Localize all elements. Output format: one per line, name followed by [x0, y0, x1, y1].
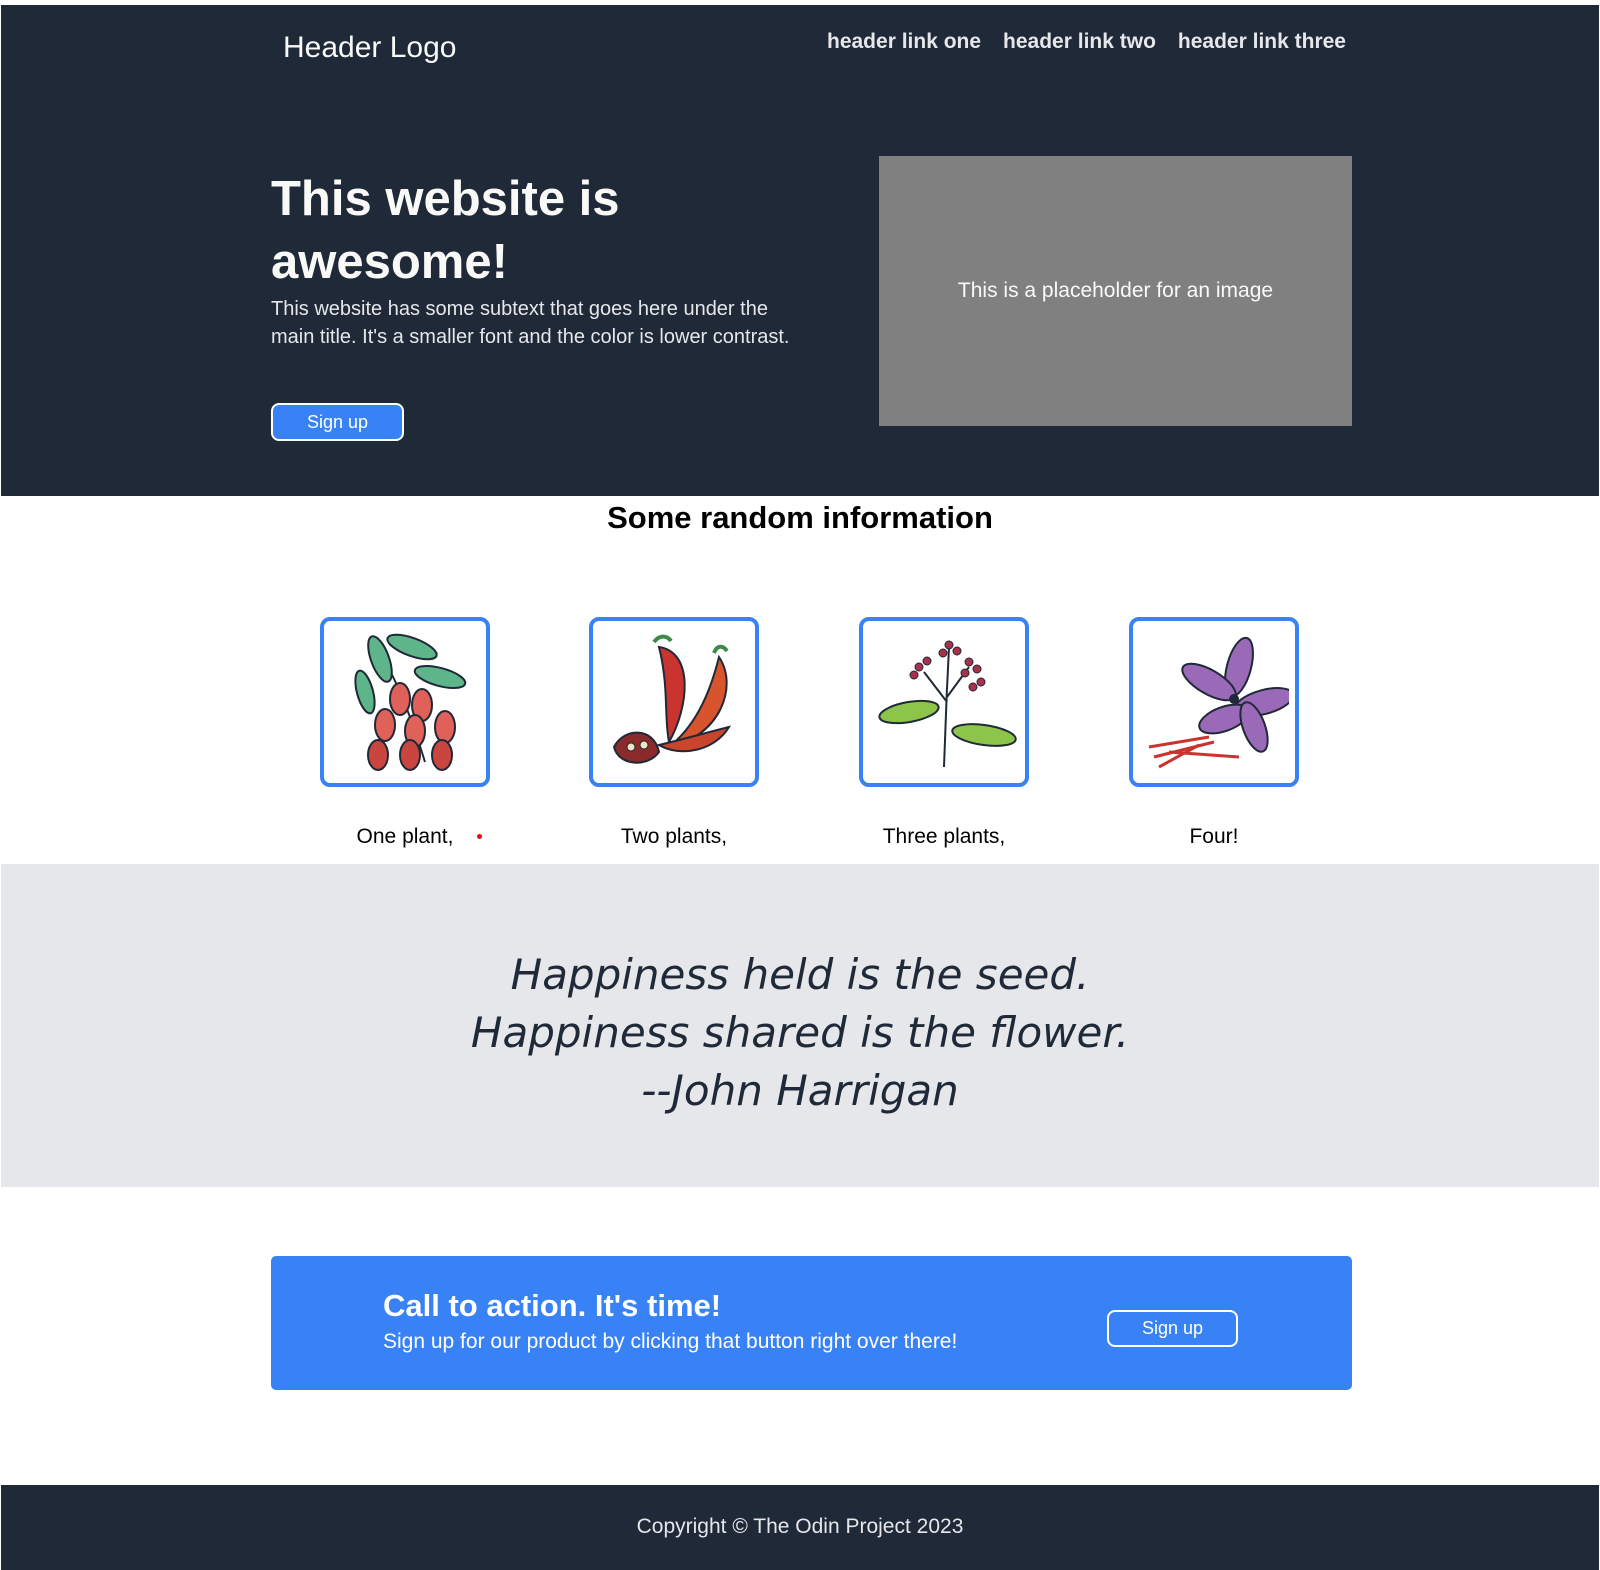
image-placeholder-text: This is a placeholder for an image [957, 279, 1274, 302]
red-dot-marker [477, 834, 482, 839]
plant-card-frame [589, 617, 759, 787]
chili-pepper-icon [612, 634, 732, 764]
plant-card-frame [320, 617, 490, 787]
header-link-two[interactable]: header link two [1003, 30, 1156, 54]
plant-card-caption: Three plants, [882, 825, 1006, 848]
header-logo[interactable]: Header Logo [283, 31, 456, 65]
plant-card-frame [1129, 617, 1299, 787]
quote-author: --John Harrigan [641, 1066, 959, 1115]
quote-line-two: Happiness shared is the flower. [470, 1008, 1130, 1057]
header-nav: header link one header link two header l… [827, 30, 1346, 54]
plant-card-two: Two plants, [589, 617, 759, 849]
footer: Copyright © The Odin Project 2023 [1, 1485, 1599, 1570]
info-section-title: Some random information [607, 500, 993, 535]
quote-section: Happiness held is the seed. Happiness sh… [1, 864, 1599, 1187]
plant-card-frame [859, 617, 1029, 787]
plant-card-three: Three plants, [859, 617, 1029, 849]
quote-text: Happiness held is the seed. Happiness sh… [1, 946, 1599, 1120]
goji-berry-branch-icon [354, 633, 467, 771]
cta-subtitle: Sign up for our product by clicking that… [383, 1330, 958, 1353]
hero-sign-up-button[interactable]: Sign up [271, 403, 404, 441]
footer-copyright: Copyright © The Odin Project 2023 [636, 1515, 964, 1538]
call-to-action-box: Call to action. It's time! Sign up for o… [271, 1256, 1352, 1390]
plant-card-caption: Four! [1189, 825, 1239, 848]
plant-card-one: One plant, [320, 617, 490, 849]
hero-section: Header Logo header link one header link … [1, 5, 1599, 496]
flowering-herb-icon [878, 640, 1017, 768]
hero-subtitle: This website has some subtext that goes … [271, 298, 790, 348]
cta-sign-up-button[interactable]: Sign up [1107, 1310, 1238, 1347]
header-link-one[interactable]: header link one [827, 30, 981, 54]
plant-card-caption: One plant, [356, 825, 454, 848]
saffron-crocus-icon [1148, 636, 1289, 769]
header-link-three[interactable]: header link three [1178, 30, 1346, 54]
hero-title: This website is awesome! [271, 172, 620, 289]
image-placeholder: This is a placeholder for an image [879, 156, 1352, 426]
cta-title: Call to action. It's time! [383, 1288, 722, 1323]
quote-line-one: Happiness held is the seed. [510, 950, 1090, 999]
plant-card-caption: Two plants, [620, 825, 728, 848]
plant-card-four: Four! [1129, 617, 1299, 849]
